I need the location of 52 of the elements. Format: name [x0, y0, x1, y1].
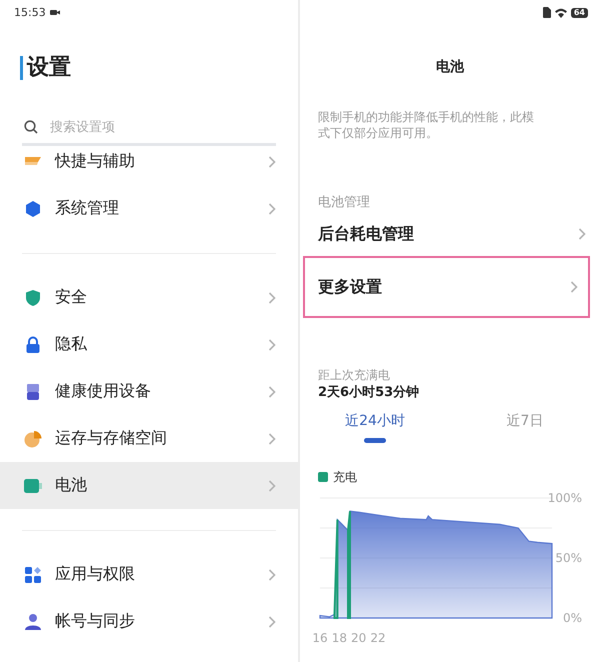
axis-tick-label: 100% — [548, 491, 582, 505]
chevron-icon — [268, 568, 276, 580]
sidebar-item[interactable]: 电池 — [0, 462, 298, 509]
apps-icon — [24, 566, 42, 584]
sidebar-item[interactable]: 系统管理 — [0, 185, 298, 232]
chevron-icon — [268, 338, 276, 350]
chevron-icon — [268, 616, 276, 628]
legend-label: 充电 — [333, 468, 357, 486]
search-icon — [24, 120, 38, 134]
pie-chart-icon — [24, 430, 42, 448]
axis-tick-label: 50% — [555, 551, 582, 565]
description-text: 限制手机的功能并降低手机的性能，此模式下仅部分应用可用。 — [318, 109, 535, 141]
page-title: 设置 — [20, 56, 71, 80]
axis-tick-label: 16 — [312, 631, 328, 645]
axis-tick-label: 0% — [562, 611, 582, 625]
sidebar-item[interactable]: 帐号与同步 — [0, 598, 298, 645]
settings-row[interactable]: 后台耗电管理 — [300, 212, 600, 256]
chevron-icon — [268, 432, 276, 444]
stat-value: 2天6小时53分钟 — [318, 384, 420, 402]
section-label: 电池管理 — [318, 194, 371, 212]
axis-tick-label: 20 — [351, 631, 366, 645]
sidebar-item[interactable]: 隐私 — [0, 321, 298, 368]
chevron-icon — [268, 480, 276, 492]
chevron-icon — [268, 292, 276, 304]
lock-icon — [24, 336, 42, 354]
hexagon-icon — [24, 200, 42, 218]
page-title: 电池 — [435, 58, 466, 77]
person-block-icon — [24, 382, 42, 400]
battery-icon — [24, 476, 42, 494]
search-field[interactable]: 搜索设置项 — [50, 120, 250, 134]
sim-icon — [542, 7, 551, 18]
chevron-icon — [570, 281, 578, 293]
battery-level: 64 — [570, 8, 588, 18]
settings-row[interactable]: 更多设置 — [303, 256, 590, 318]
period-tab[interactable]: 近24小时 — [300, 410, 450, 448]
sidebar-item[interactable]: 快捷与辅助 — [0, 146, 298, 185]
stat-label: 距上次充满电 — [318, 367, 391, 384]
shield-icon — [24, 288, 42, 306]
camera-icon — [50, 9, 60, 16]
sidebar-item[interactable]: 健康使用设备 — [0, 368, 298, 415]
chevron-icon — [268, 202, 276, 214]
chevron-icon — [268, 156, 276, 168]
axis-tick-label: 22 — [370, 631, 386, 645]
sidebar-item[interactable]: 运存与存储空间 — [0, 415, 298, 462]
person-icon — [24, 612, 42, 630]
sidebar-item[interactable]: 应用与权限 — [0, 551, 298, 598]
axis-tick-label: 18 — [332, 631, 347, 645]
chevron-icon — [578, 228, 586, 240]
sidebar-item[interactable]: 安全 — [0, 274, 298, 321]
chevron-icon — [268, 386, 276, 398]
wifi-icon — [554, 8, 567, 18]
status-time: 15:53 — [14, 6, 46, 19]
